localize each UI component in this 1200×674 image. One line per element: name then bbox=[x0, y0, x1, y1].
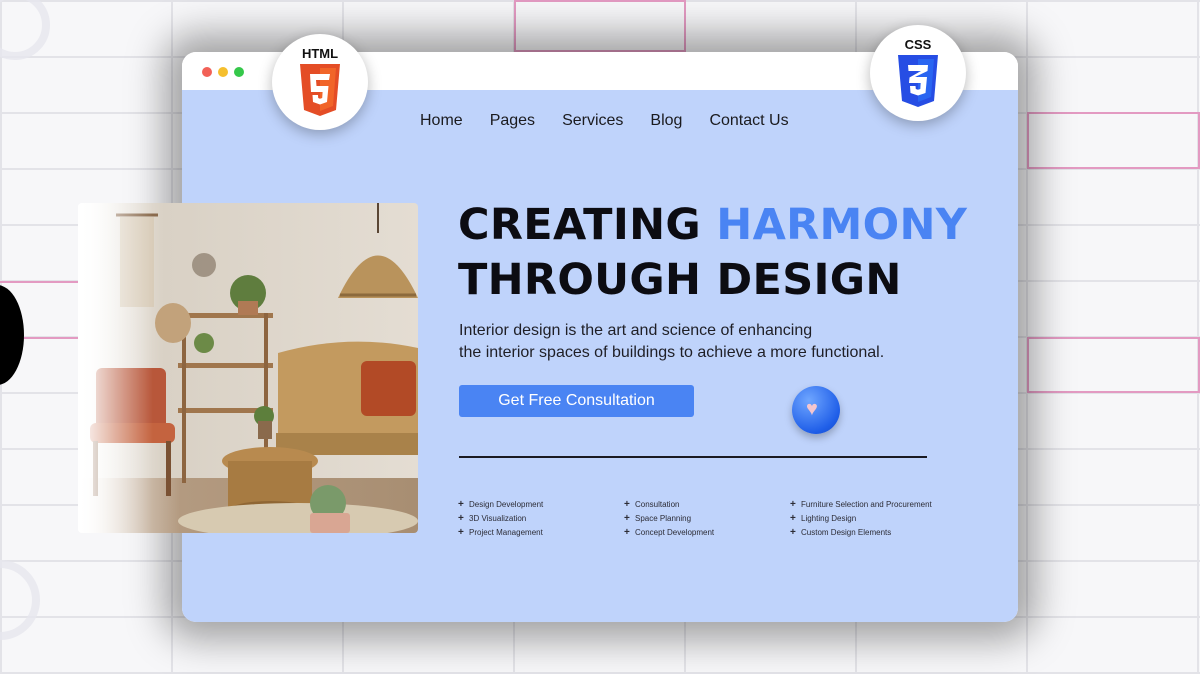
minimize-dot[interactable] bbox=[218, 67, 228, 77]
nav-blog[interactable]: Blog bbox=[650, 112, 682, 130]
plus-icon: + bbox=[458, 499, 464, 510]
hero-desc-line2: the interior spaces of buildings to achi… bbox=[459, 344, 885, 361]
service-item: + Lighting Design bbox=[790, 513, 857, 524]
deco-blob bbox=[0, 285, 24, 385]
heart-icon: ♥ bbox=[806, 398, 818, 420]
maximize-dot[interactable] bbox=[234, 67, 244, 77]
hero-divider bbox=[459, 456, 927, 458]
css3-logo-icon bbox=[898, 55, 938, 107]
deco-ring-bottom-left bbox=[0, 560, 40, 640]
plus-icon: + bbox=[624, 499, 630, 510]
deco-frame-top bbox=[514, 0, 686, 52]
nav-pages[interactable]: Pages bbox=[490, 112, 535, 130]
service-item: + Custom Design Elements bbox=[790, 527, 892, 538]
service-item: + Furniture Selection and Procurement bbox=[790, 499, 932, 510]
heart-ball-decoration: ♥ bbox=[792, 386, 840, 434]
hero-desc-line1: Interior design is the art and science o… bbox=[459, 322, 813, 339]
services-column-3: + Furniture Selection and Procurement + Li… bbox=[790, 498, 932, 540]
services-column-1: + Design Development +3D Visualization + P… bbox=[458, 498, 543, 540]
css3-badge: CSS bbox=[870, 25, 966, 121]
plus-icon: + bbox=[790, 513, 796, 524]
css3-badge-label: CSS bbox=[904, 37, 932, 52]
service-item: + Concept Development bbox=[624, 527, 715, 538]
service-item: +3D Visualization bbox=[458, 513, 527, 524]
plus-icon: + bbox=[790, 527, 796, 538]
deco-frame-right-bottom bbox=[1027, 337, 1200, 393]
plus-icon: + bbox=[458, 513, 464, 524]
plus-icon: + bbox=[790, 499, 796, 510]
hero-title-line2: THROUGH DESIGN bbox=[458, 255, 902, 305]
plus-icon: + bbox=[624, 513, 630, 524]
deco-ring-top-left bbox=[0, 0, 50, 60]
hero-title-accent: HARMONY bbox=[716, 200, 968, 250]
close-dot[interactable] bbox=[202, 67, 212, 77]
nav-contact-us[interactable]: Contact Us bbox=[709, 112, 788, 130]
get-free-consultation-button[interactable]: Get Free Consultation bbox=[459, 385, 694, 417]
hero-title: CREATING HARMONY THROUGH DESIGN bbox=[458, 198, 967, 308]
plus-icon: + bbox=[458, 527, 464, 538]
service-item: + Consultation bbox=[624, 499, 680, 510]
services-column-2: + Consultation + Space Planning + Concept D… bbox=[624, 498, 714, 540]
html5-badge-label: HTML bbox=[301, 46, 339, 61]
service-item: + Space Planning bbox=[624, 513, 692, 524]
service-item: + Design Development bbox=[458, 499, 544, 510]
main-nav: Home Pages Services Blog Contact Us bbox=[420, 112, 789, 130]
nav-home[interactable]: Home bbox=[420, 112, 463, 130]
html5-badge: HTML bbox=[272, 34, 368, 130]
room-illustration bbox=[78, 203, 418, 533]
interior-room-image bbox=[78, 203, 418, 533]
hero-title-part1: CREATING bbox=[458, 200, 701, 250]
deco-frame-right-top bbox=[1027, 112, 1200, 169]
plus-icon: + bbox=[624, 527, 630, 538]
hero-description: Interior design is the art and science o… bbox=[459, 320, 929, 364]
html5-logo-icon bbox=[300, 64, 340, 116]
nav-services[interactable]: Services bbox=[562, 112, 623, 130]
service-item: + Project Management bbox=[458, 527, 543, 538]
